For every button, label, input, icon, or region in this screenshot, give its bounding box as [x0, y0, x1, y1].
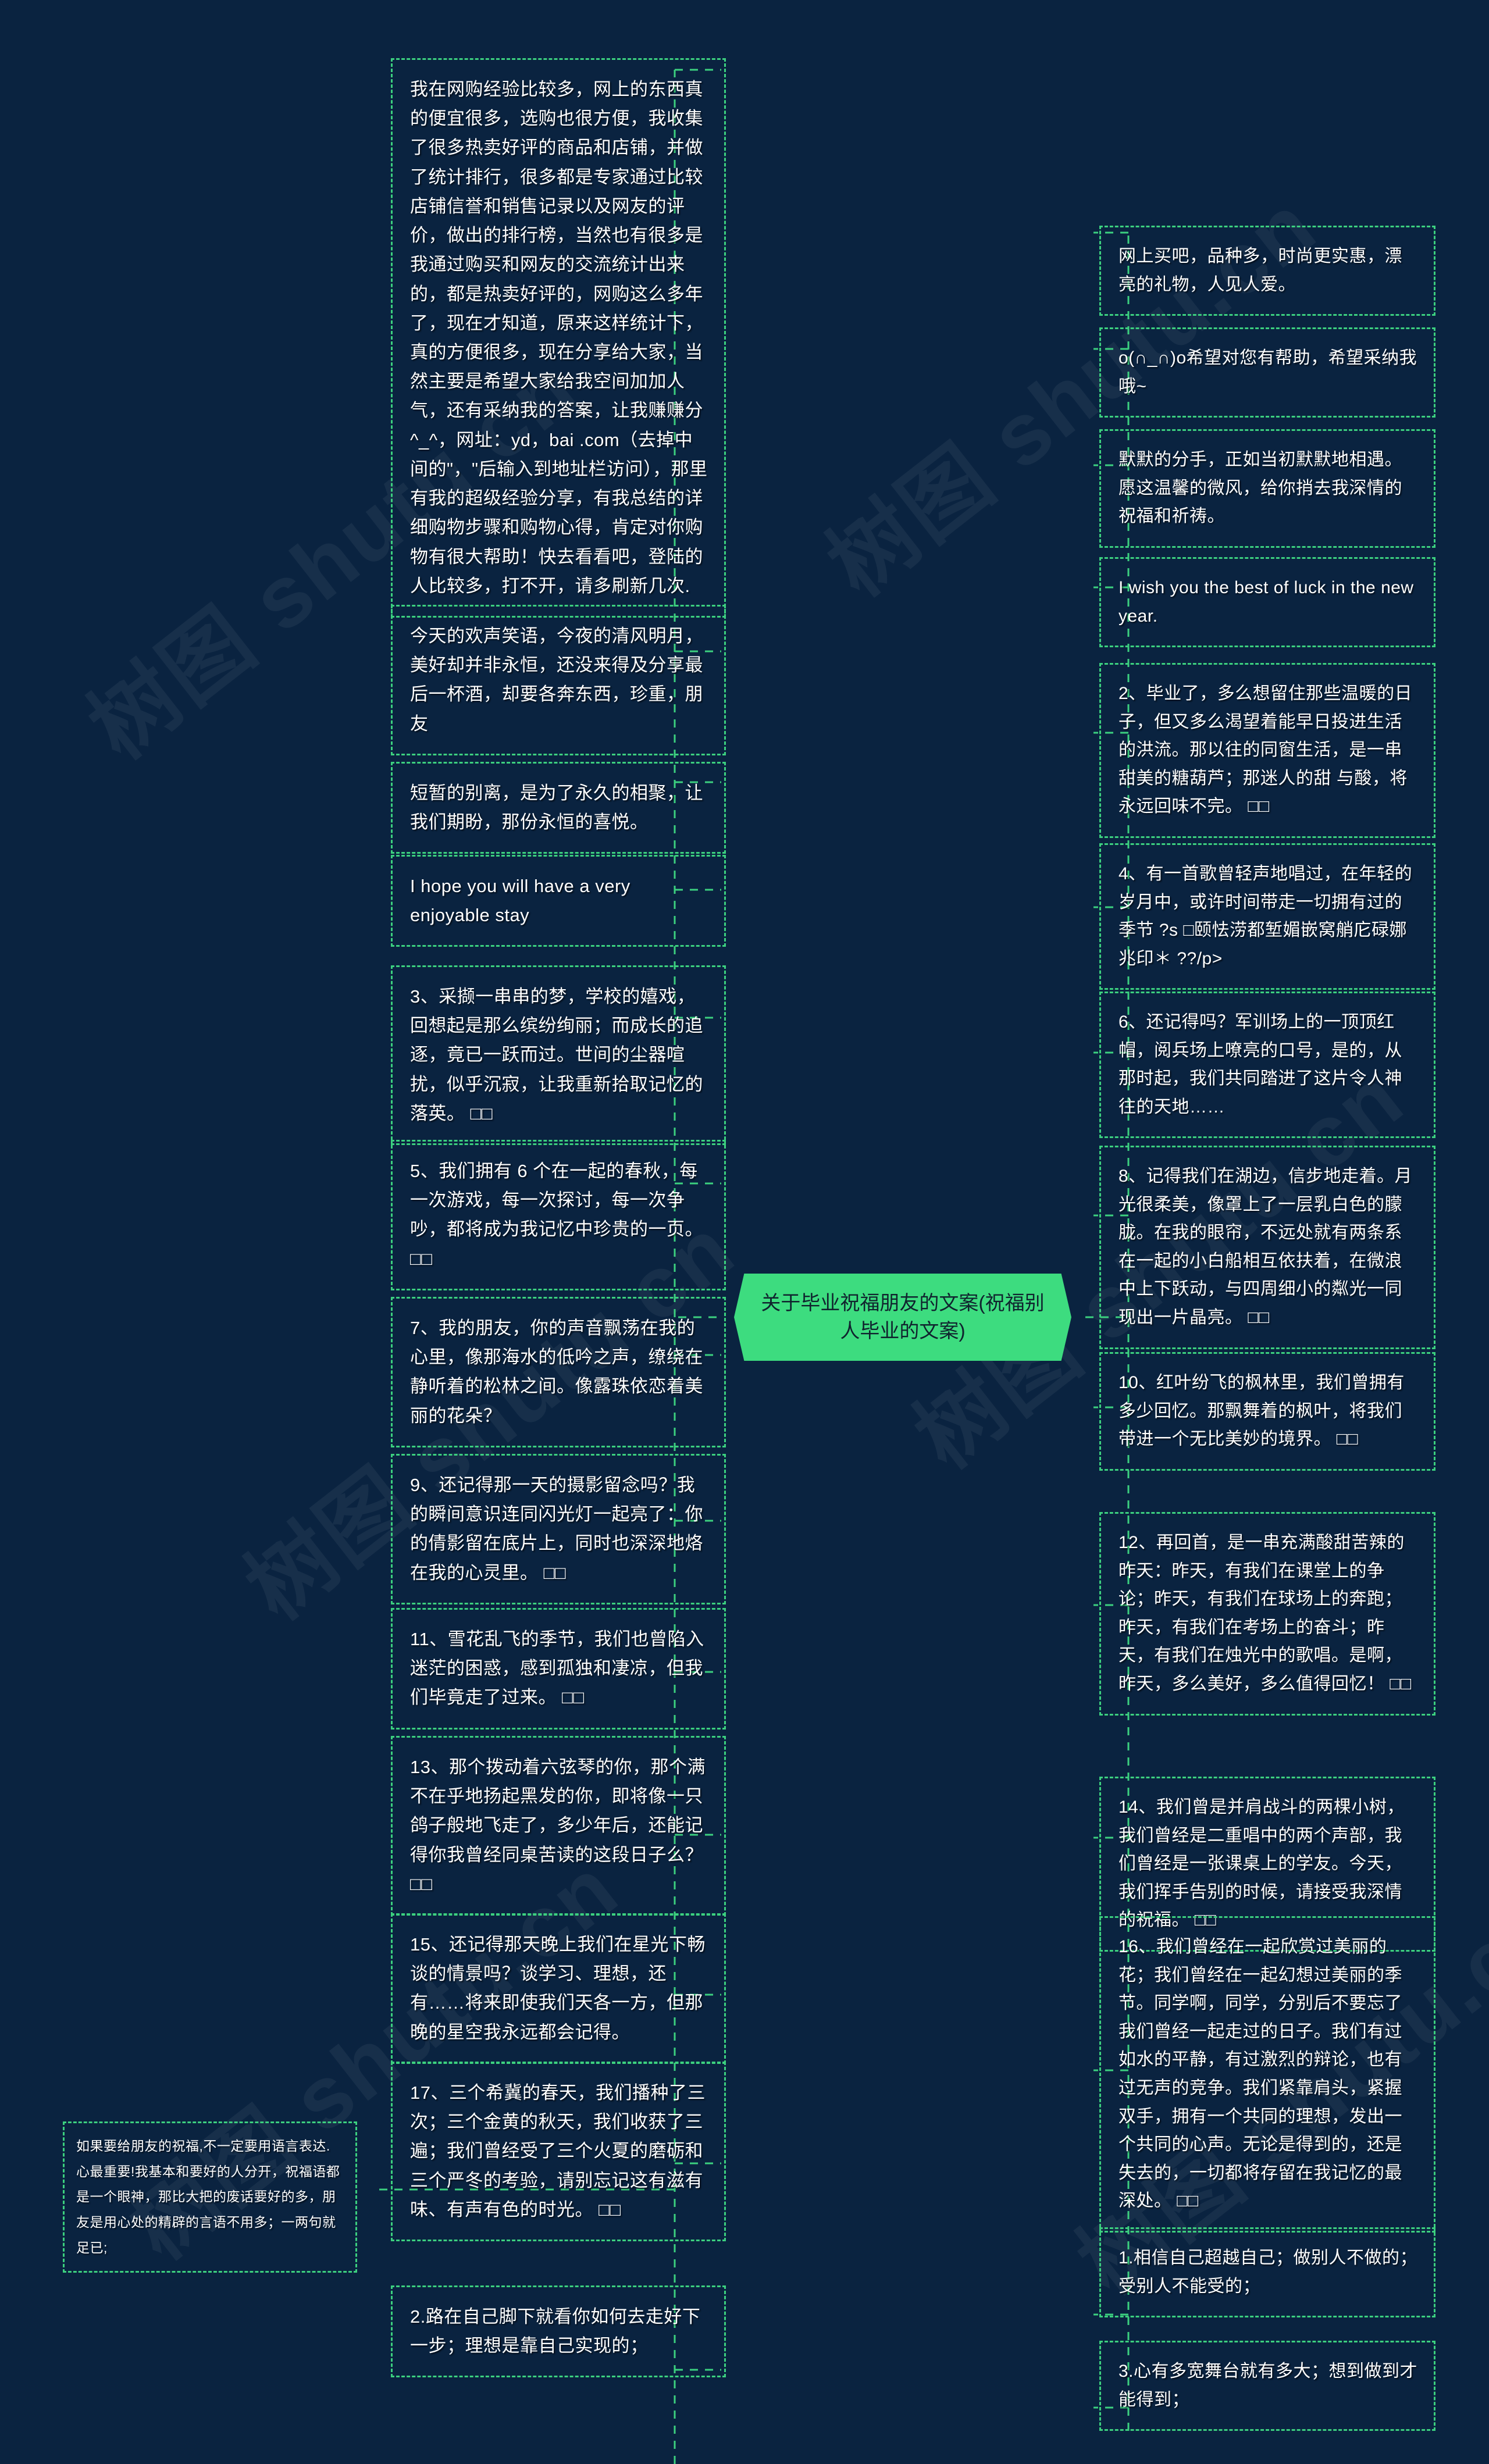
- topic-card-text: 10、红叶纷飞的枫林里，我们曾拥有多少回忆。那飘舞着的枫叶，将我们带进一个无比美…: [1118, 1373, 1405, 1449]
- topic-card-text: 6、还记得吗？军训场上的一顶顶红帽，阅兵场上嘹亮的口号，是的，从那时起，我们共同…: [1118, 1012, 1402, 1117]
- topic-card[interactable]: 16、我们曾经在一起欣赏过美丽的花；我们曾经在一起幻想过美丽的季节。同学啊，同学…: [1099, 1916, 1435, 2233]
- topic-card-text: 12、再回首，是一串充满酸甜苦辣的昨天：昨天，有我们在课堂上的争论；昨天，有我们…: [1118, 1533, 1412, 1693]
- topic-card[interactable]: 短暂的别离，是为了永久的相聚，让我们期盼，那份永恒的喜悦。: [391, 762, 726, 854]
- topic-card-text: 16、我们曾经在一起欣赏过美丽的花；我们曾经在一起幻想过美丽的季节。同学啊，同学…: [1118, 1937, 1402, 2211]
- topic-card[interactable]: 网上买吧，品种多，时尚更实惠，漂亮的礼物，人见人爱。: [1099, 226, 1435, 316]
- topic-card[interactable]: I wish you the best of luck in the new y…: [1099, 557, 1435, 648]
- topic-card[interactable]: o(∩_∩)o希望对您有帮助，希望采纳我哦~: [1099, 327, 1435, 418]
- topic-card[interactable]: 7、我的朋友，你的声音飘荡在我的心里，像那海水的低吟之声，缭绕在静听着的松林之间…: [391, 1297, 726, 1447]
- topic-card-text: 11、雪花乱飞的季节，我们也曾陷入迷茫的困惑，感到孤独和凄凉，但我们毕竟走了过来…: [410, 1629, 704, 1708]
- topic-card-text: 4、有一首歌曾轻声地唱过，在年轻的岁月中，或许时间带走一切拥有过的季节 ?s □…: [1118, 864, 1413, 968]
- topic-card[interactable]: 3、采撷一串串的梦，学校的嬉戏，回想起是那么缤纷绚丽；而成长的追逐，竟已一跃而过…: [391, 965, 726, 1146]
- topic-card[interactable]: 2.路在自己脚下就看你如何去走好下一步；理想是靠自己实现的；: [391, 2285, 726, 2378]
- topic-card[interactable]: 5、我们拥有 6 个在一起的春秋，每一次游戏，每一次探讨，每一次争吵，都将成为我…: [391, 1140, 726, 1290]
- topic-card-text: 8、记得我们在湖边，信步地走着。月光很柔美，像罩上了一层乳白色的朦胧。在我的眼帘…: [1118, 1167, 1413, 1327]
- topic-card-text: 7、我的朋友，你的声音飘荡在我的心里，像那海水的低吟之声，缭绕在静听着的松林之间…: [410, 1318, 703, 1426]
- topic-card-text: 2.路在自己脚下就看你如何去走好下一步；理想是靠自己实现的；: [410, 2306, 701, 2356]
- topic-card-text: 默默的分手，正如当初默默地相遇。愿这温馨的微风，给你捎去我深情的祝福和祈祷。: [1118, 450, 1402, 526]
- topic-card[interactable]: 6、还记得吗？军训场上的一顶顶红帽，阅兵场上嘹亮的口号，是的，从那时起，我们共同…: [1099, 992, 1435, 1139]
- topic-card-text: 我在网购经验比较多，网上的东西真的便宜很多，选购也很方便，我收集了很多热卖好评的…: [410, 79, 708, 596]
- mindmap-canvas: 树图 shutu.cn 树图 shutu.cn 树图 shutu.cn 树图 s…: [0, 0, 1489, 2464]
- topic-card-text: 9、还记得那一天的摄影留念吗？我的瞬间意识连同闪光灯一起亮了：你的倩影留在底片上…: [410, 1475, 703, 1583]
- topic-card-text: I wish you the best of luck in the new y…: [1118, 578, 1414, 626]
- topic-card-text: 1.相信自己超越自己；做别人不做的；受别人不能受的；: [1118, 2248, 1418, 2296]
- topic-card-text: 2、毕业了，多么想留住那些温暖的日子，但又多么渴望着能早日投进生活的洪流。那以往…: [1118, 684, 1413, 816]
- topic-card[interactable]: 13、那个拨动着六弦琴的你，那个满不在乎地扬起黑发的你，即将像一只鸽子般地飞走了…: [391, 1736, 726, 1916]
- topic-card[interactable]: 4、有一首歌曾轻声地唱过，在年轻的岁月中，或许时间带走一切拥有过的季节 ?s □…: [1099, 843, 1435, 990]
- topic-card-text: 3.心有多宽舞台就有多大；想到做到才能得到；: [1118, 2362, 1418, 2409]
- topic-card[interactable]: 我在网购经验比较多，网上的东西真的便宜很多，选购也很方便，我收集了很多热卖好评的…: [391, 58, 726, 618]
- topic-card-text: 14、我们曾是并肩战斗的两棵小树，我们曾经是二重唱中的两个声部，我们曾经是一张课…: [1118, 1798, 1405, 1930]
- topic-card[interactable]: 11、雪花乱飞的季节，我们也曾陷入迷茫的困惑，感到孤独和凄凉，但我们毕竟走了过来…: [391, 1608, 726, 1730]
- topic-card[interactable]: 1.相信自己超越自己；做别人不做的；受别人不能受的；: [1099, 2227, 1435, 2318]
- topic-card-text: I hope you will have a very enjoyable st…: [410, 876, 630, 926]
- topic-card-text: 5、我们拥有 6 个在一起的春秋，每一次游戏，每一次探讨，每一次争吵，都将成为我…: [410, 1161, 703, 1269]
- topic-card[interactable]: 15、还记得那天晚上我们在星光下畅谈的情景吗？谈学习、理想，还有……将来即使我们…: [391, 1913, 726, 2064]
- page-title: 关于毕业祝福朋友的文案(祝福别人毕业的文案): [734, 1274, 1071, 1361]
- topic-card[interactable]: 12、再回首，是一串充满酸甜苦辣的昨天：昨天，有我们在课堂上的争论；昨天，有我们…: [1099, 1512, 1435, 1716]
- topic-card[interactable]: 2、毕业了，多么想留住那些温暖的日子，但又多么渴望着能早日投进生活的洪流。那以往…: [1099, 663, 1435, 838]
- topic-card-text: 短暂的别离，是为了永久的相聚，让我们期盼，那份永恒的喜悦。: [410, 783, 703, 833]
- topic-card[interactable]: 3.心有多宽舞台就有多大；想到做到才能得到；: [1099, 2341, 1435, 2431]
- topic-card[interactable]: 今天的欢声笑语，今夜的清风明月，美好却并非永恒，还没来得及分享最后一杯酒，却要各…: [391, 605, 726, 755]
- topic-card-text: 网上买吧，品种多，时尚更实惠，漂亮的礼物，人见人爱。: [1118, 247, 1402, 294]
- topic-card-text: 13、那个拨动着六弦琴的你，那个满不在乎地扬起黑发的你，即将像一只鸽子般地飞走了…: [410, 1757, 706, 1894]
- topic-card-text: 今天的欢声笑语，今夜的清风明月，美好却并非永恒，还没来得及分享最后一杯酒，却要各…: [410, 626, 703, 734]
- topic-card[interactable]: I hope you will have a very enjoyable st…: [391, 855, 726, 947]
- topic-card-text: 15、还记得那天晚上我们在星光下畅谈的情景吗？谈学习、理想，还有……将来即使我们…: [410, 1934, 706, 2042]
- topic-card-text: 3、采撷一串串的梦，学校的嬉戏，回想起是那么缤纷绚丽；而成长的追逐，竟已一跃而过…: [410, 986, 703, 1124]
- topic-card[interactable]: 8、记得我们在湖边，信步地走着。月光很柔美，像罩上了一层乳白色的朦胧。在我的眼帘…: [1099, 1146, 1435, 1349]
- topic-card[interactable]: 10、红叶纷飞的枫林里，我们曾拥有多少回忆。那飘舞着的枫叶，将我们带进一个无比美…: [1099, 1352, 1435, 1471]
- topic-card-text: o(∩_∩)o希望对您有帮助，希望采纳我哦~: [1118, 348, 1417, 396]
- topic-card[interactable]: 9、还记得那一天的摄影留念吗？我的瞬间意识连同闪光灯一起亮了：你的倩影留在底片上…: [391, 1454, 726, 1604]
- page-title-text: 关于毕业祝福朋友的文案(祝福别人毕业的文案): [761, 1292, 1045, 1342]
- topic-card-text: 17、三个希冀的春天，我们播种了三次；三个金黄的秋天，我们收获了三遍；我们曾经受…: [410, 2083, 706, 2220]
- topic-card[interactable]: 默默的分手，正如当初默默地相遇。愿这温馨的微风，给你捎去我深情的祝福和祈祷。: [1099, 429, 1435, 548]
- topic-card-text: 如果要给朋友的祝福,不一定要用语言表达.心最重要!我基本和要好的人分开，祝福语都…: [76, 2138, 340, 2255]
- topic-card[interactable]: 如果要给朋友的祝福,不一定要用语言表达.心最重要!我基本和要好的人分开，祝福语都…: [63, 2121, 357, 2273]
- topic-card[interactable]: 17、三个希冀的春天，我们播种了三次；三个金黄的秋天，我们收获了三遍；我们曾经受…: [391, 2062, 726, 2242]
